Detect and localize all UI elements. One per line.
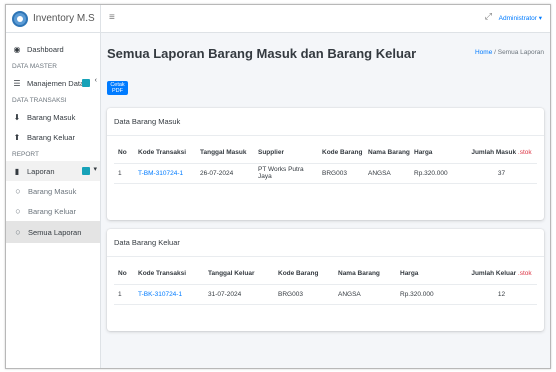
chevron-left-icon: ‹	[94, 77, 97, 84]
table-row: 1 T-BK-310724-1 31-07-2024 BRG003 ANGSA …	[114, 284, 537, 305]
col-kode-barang: Kode Barang	[274, 264, 334, 285]
cell-jumlah: 37	[462, 163, 537, 184]
main-content: Semua Laporan Barang Masuk dan Barang Ke…	[101, 33, 550, 368]
cell-no: 1	[114, 163, 134, 184]
cell-jumlah: 12	[462, 284, 537, 305]
sidebar-item-dashboard[interactable]: ◉ Dashboard	[6, 39, 100, 59]
print-pdf-button[interactable]: Cetak PDF	[107, 81, 128, 95]
col-nama-barang: Nama Barang	[334, 264, 396, 285]
circle-icon: ○	[15, 227, 21, 237]
col-jumlah-label: Jumlah Masuk	[471, 149, 517, 157]
cell-no: 1	[114, 284, 134, 305]
sidebar-subitem-barang-masuk[interactable]: ○ Barang Masuk	[6, 181, 100, 201]
brand[interactable]: Inventory M.S	[6, 5, 100, 33]
sidebar-subitem-semua-laporan[interactable]: ○ Semua Laporan	[6, 221, 100, 243]
col-no: No	[114, 143, 134, 164]
sidebar-item-barang-keluar[interactable]: ⬆ Barang Keluar	[6, 127, 100, 147]
cell-kode-transaksi[interactable]: T-BK-310724-1	[134, 284, 204, 305]
cell-nama-barang: ANGSA	[334, 284, 396, 305]
cell-harga: Rp.320.000	[410, 163, 462, 184]
page-title: Semua Laporan Barang Masuk dan Barang Ke…	[107, 46, 417, 61]
cell-kode-barang: BRG003	[318, 163, 364, 184]
col-kode-transaksi: Kode Transaksi	[134, 143, 196, 164]
breadcrumb-current: Semua Laporan	[497, 49, 544, 56]
cell-harga: Rp.320.000	[396, 284, 462, 305]
sidebar-item-manajemen-data[interactable]: ☰ Manajemen Data ‹	[6, 73, 100, 93]
card-barang-masuk: Data Barang Masuk No Kode Transaksi Tang…	[107, 108, 544, 220]
circle-icon: ○	[15, 206, 21, 216]
nav-header-report: REPORT	[12, 150, 39, 158]
sidebar-item-label: Barang Keluar	[28, 206, 76, 216]
badge-icon	[82, 79, 90, 87]
card-title: Data Barang Keluar	[107, 229, 544, 257]
col-jumlah-masuk: Jumlah Masuk .stok	[462, 143, 537, 164]
sidebar-item-laporan[interactable]: ▮ Laporan ▾	[6, 161, 100, 181]
file-icon: ▮	[14, 166, 20, 176]
col-tanggal-keluar: Tanggal Keluar	[204, 264, 274, 285]
app-window: Inventory M.S ◉ Dashboard DATA MASTER ☰ …	[5, 4, 551, 369]
list-icon: ☰	[13, 78, 21, 88]
sidebar-item-label: Semua Laporan	[28, 227, 82, 237]
badge-icon	[82, 167, 90, 175]
table-barang-masuk: No Kode Transaksi Tanggal Masuk Supplier…	[114, 143, 537, 184]
nav-header-master: DATA MASTER	[12, 62, 57, 70]
sidebar-subitem-barang-keluar[interactable]: ○ Barang Keluar	[6, 201, 100, 221]
logo-icon	[12, 10, 28, 27]
breadcrumb: Home / Semua Laporan	[475, 49, 544, 56]
unit-label: .stok	[516, 149, 532, 157]
table-row: 1 T-BM-310724-1 26-07-2024 PT Works Putr…	[114, 163, 537, 184]
sidebar: Inventory M.S ◉ Dashboard DATA MASTER ☰ …	[6, 5, 101, 368]
card-barang-keluar: Data Barang Keluar No Kode Transaksi Tan…	[107, 229, 544, 331]
circle-icon: ○	[15, 186, 21, 196]
sidebar-item-label: Barang Masuk	[27, 112, 76, 122]
table-barang-keluar: No Kode Transaksi Tanggal Keluar Kode Ba…	[114, 264, 537, 305]
user-menu[interactable]: Administrator ▾	[499, 14, 542, 22]
col-jumlah-keluar: Jumlah Keluar .stok	[462, 264, 537, 285]
cell-tanggal: 31-07-2024	[204, 284, 274, 305]
col-no: No	[114, 264, 134, 285]
sidebar-item-label: Manajemen Data	[27, 78, 85, 88]
chevron-down-icon: ▾	[93, 166, 97, 173]
cell-kode-barang: BRG003	[274, 284, 334, 305]
col-harga: Harga	[396, 264, 462, 285]
fullscreen-icon[interactable]: ⤢	[485, 11, 492, 22]
sidebar-item-label: Dashboard	[27, 44, 64, 54]
brand-title: Inventory M.S	[33, 13, 95, 24]
sidebar-item-label: Barang Keluar	[27, 132, 75, 142]
sidebar-item-barang-masuk[interactable]: ⬇ Barang Masuk	[6, 107, 100, 127]
cell-nama-barang: ANGSA	[364, 163, 410, 184]
col-supplier: Supplier	[254, 143, 318, 164]
sidebar-item-label: Barang Masuk	[28, 186, 77, 196]
sidebar-nav: ◉ Dashboard DATA MASTER ☰ Manajemen Data…	[6, 33, 100, 243]
unit-label: .stok	[516, 270, 532, 278]
nav-header-transaksi: DATA TRANSAKSI	[12, 96, 67, 104]
col-nama-barang: Nama Barang	[364, 143, 410, 164]
table-header-row: No Kode Transaksi Tanggal Masuk Supplier…	[114, 143, 537, 164]
col-kode-transaksi: Kode Transaksi	[134, 264, 204, 285]
breadcrumb-home[interactable]: Home	[475, 49, 492, 56]
upload-icon: ⬆	[13, 132, 21, 142]
sidebar-item-label: Laporan	[27, 166, 55, 176]
table-header-row: No Kode Transaksi Tanggal Keluar Kode Ba…	[114, 264, 537, 285]
cell-supplier: PT Works Putra Jaya	[254, 163, 318, 184]
col-jumlah-label: Jumlah Keluar	[471, 270, 517, 278]
card-title: Data Barang Masuk	[107, 108, 544, 136]
topbar: ≡ ⤢ Administrator ▾	[101, 5, 550, 33]
col-kode-barang: Kode Barang	[318, 143, 364, 164]
cell-tanggal: 26-07-2024	[196, 163, 254, 184]
dashboard-icon: ◉	[13, 44, 21, 54]
download-icon: ⬇	[13, 112, 21, 122]
col-harga: Harga	[410, 143, 462, 164]
cell-kode-transaksi[interactable]: T-BM-310724-1	[134, 163, 196, 184]
col-tanggal-masuk: Tanggal Masuk	[196, 143, 254, 164]
menu-icon[interactable]: ≡	[109, 12, 115, 23]
